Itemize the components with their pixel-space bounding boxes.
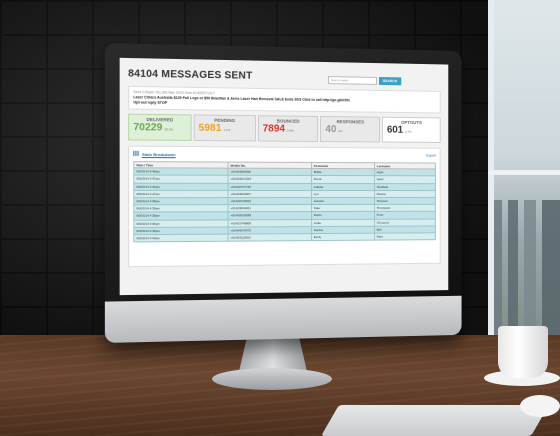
recipients-table: Date / Time Mobile No. Firstname Lastnam…	[133, 161, 436, 242]
coffee-cup	[498, 326, 548, 378]
stats-row: DELIVERED 70229 83.5% PENDING 5981 7.1% BO…	[128, 114, 441, 143]
panel-header: Stats Breakdown Export	[133, 151, 436, 159]
mouse	[520, 395, 560, 417]
cell-datetime: 06/03/14 4:47pm	[134, 175, 228, 183]
message-summary: Sent 2:00pm Thu 6th Mar 2014 from 614000…	[128, 86, 441, 114]
stat-percent: 83.5%	[164, 127, 173, 131]
search-bar: Search value SEARCH	[328, 76, 401, 85]
monitor-screen: 84104 MESSAGES SENT Search value SEARCH …	[120, 58, 449, 295]
monitor-chin	[105, 296, 462, 343]
cell-datetime: 06/03/14 4:40pm	[134, 183, 228, 190]
bar-chart-icon	[133, 151, 138, 156]
stats-breakdown-link[interactable]: Stats Breakdown	[142, 152, 176, 157]
city-view	[494, 200, 560, 340]
stat-value: 5981	[199, 123, 222, 134]
cell-firstname: Lyn	[311, 190, 374, 197]
stats-breakdown-panel: Stats Breakdown Export Date / Time Mobil…	[128, 146, 441, 268]
cell-lastname: Pearce	[374, 190, 435, 197]
sms-dashboard: 84104 MESSAGES SENT Search value SEARCH …	[128, 68, 441, 267]
stat-percent: 9.4%	[287, 129, 294, 133]
stat-pending[interactable]: PENDING 5981 7.1%	[193, 114, 255, 141]
monitor-stand-base	[212, 368, 332, 390]
stat-value: 70229	[133, 122, 162, 134]
stat-delivered[interactable]: DELIVERED 70229 83.5%	[128, 114, 191, 141]
photo-scene: 84104 MESSAGES SENT Search value SEARCH …	[0, 0, 560, 436]
stat-responses[interactable]: RESPONSES 40 0%	[320, 116, 380, 142]
cell-lastname: Hertz	[374, 176, 435, 183]
cell-firstname: Jessica	[311, 197, 374, 204]
cell-mobile: +61403110910	[228, 233, 311, 241]
cell-mobile: +61423623007	[228, 190, 311, 197]
stat-percent: 0%	[338, 129, 342, 133]
table-row[interactable]: 06/03/14 4:34pm +61403110910 Emily Reid	[134, 233, 436, 242]
stat-value: 7894	[263, 123, 285, 134]
cell-firstname: Emily	[311, 233, 374, 241]
cell-lastname: Reid	[374, 233, 435, 241]
keyboard	[321, 405, 549, 436]
cell-datetime: 06/03/14 4:34pm	[134, 234, 228, 242]
stat-percent: 0.7%	[405, 130, 412, 134]
stat-value: 40	[325, 124, 336, 135]
cell-datetime: 06/03/14 4:47pm	[134, 190, 228, 197]
panel-title-wrap: Stats Breakdown	[133, 151, 175, 157]
cell-firstname: Juliette	[311, 183, 374, 190]
stat-optouts[interactable]: OPTOUTS 601 0.7%	[382, 117, 441, 143]
cell-firstname: Fiona	[311, 176, 374, 183]
export-link[interactable]: Export	[426, 154, 436, 158]
stat-bounced[interactable]: BOUNCED 7894 9.4%	[258, 115, 319, 142]
stat-percent: 7.1%	[223, 128, 230, 132]
table-row[interactable]: 06/03/14 4:40pm +61400737725 Juliette Sh…	[134, 183, 436, 191]
search-input[interactable]: Search value	[328, 76, 377, 85]
monitor: 84104 MESSAGES SENT Search value SEARCH …	[105, 43, 462, 343]
cell-mobile: +61423017253	[228, 176, 311, 183]
window-frame	[488, 170, 560, 175]
cell-mobile: +61400737725	[228, 183, 311, 190]
cell-lastname: Shuffield	[374, 183, 435, 190]
stat-value: 601	[387, 125, 403, 136]
search-button[interactable]: SEARCH	[379, 77, 401, 85]
